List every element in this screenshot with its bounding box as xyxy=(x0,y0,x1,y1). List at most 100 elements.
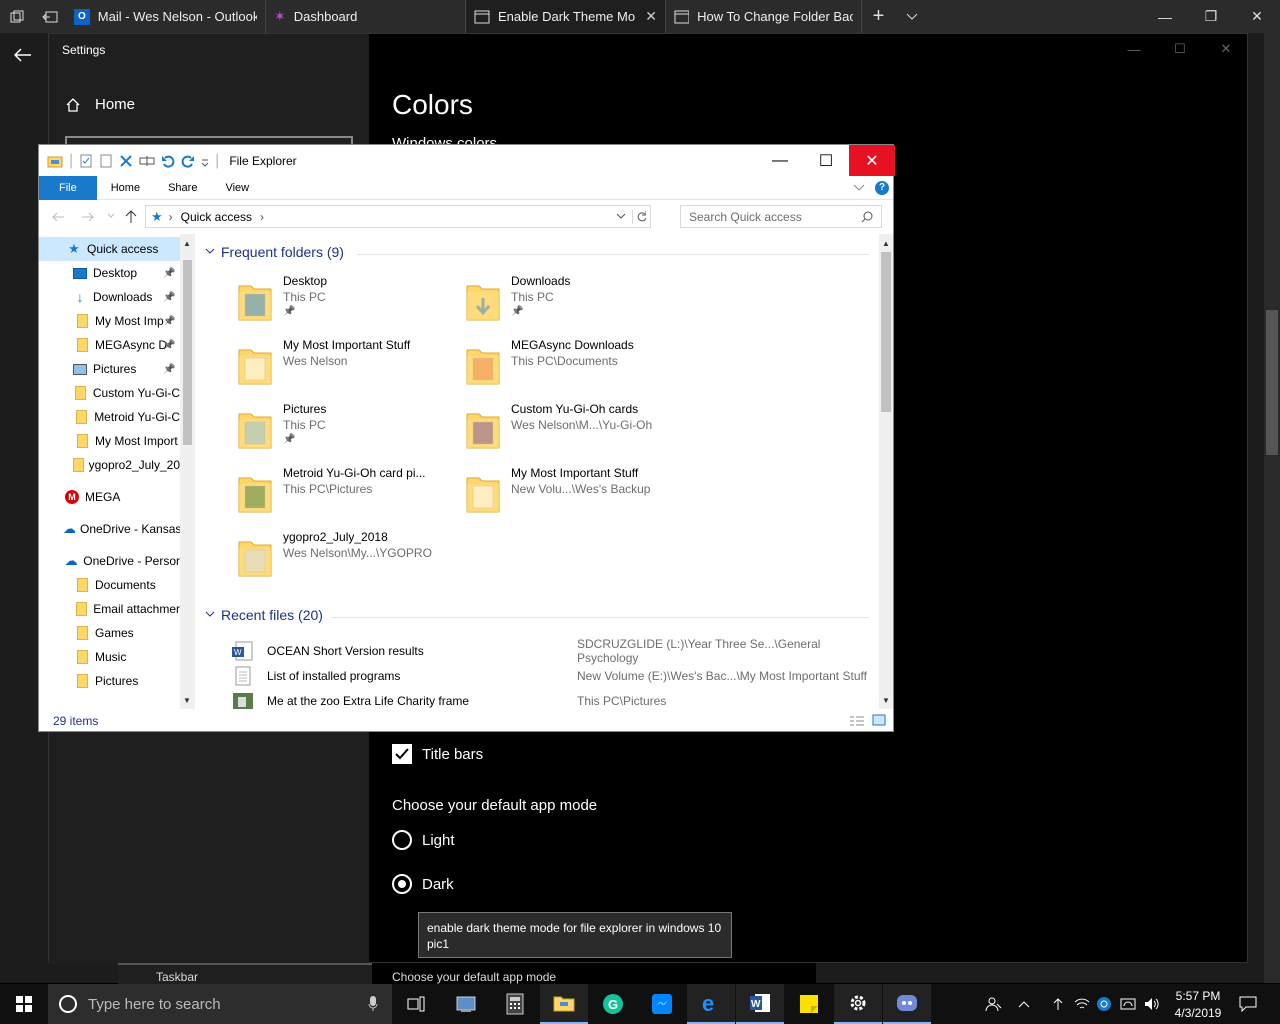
up-arrow-icon[interactable] xyxy=(125,210,137,224)
nav-item[interactable]: Pictures xyxy=(39,669,180,693)
close-tab-icon[interactable]: ✕ xyxy=(645,8,657,25)
file-explorer-icon[interactable] xyxy=(540,984,588,1024)
frequent-folders-header[interactable]: Frequent folders (9) xyxy=(205,244,344,260)
content-scroll-thumb[interactable] xyxy=(881,252,891,412)
discord-icon[interactable] xyxy=(883,984,931,1024)
browser-restore-button[interactable]: ❐ xyxy=(1188,0,1234,33)
address-dropdown-icon[interactable] xyxy=(616,213,626,221)
frequent-folder-tile[interactable]: Custom Yu-Gi-Oh cards Wes Nelson\M...\Yu-… xyxy=(465,402,690,458)
recent-locations-chevron-icon[interactable] xyxy=(107,212,115,220)
ribbon-tab-share[interactable]: Share xyxy=(154,176,211,200)
nav-item[interactable]: Music xyxy=(39,645,180,669)
tab-change-folder[interactable]: How To Change Folder Back xyxy=(666,0,862,33)
settings-minimize-button[interactable]: — xyxy=(1111,34,1157,64)
nav-item[interactable]: Email attachmer xyxy=(39,597,180,621)
recent-file-row[interactable]: Me at the zoo Extra Life Charity frame Th… xyxy=(232,690,872,709)
frequent-folder-tile[interactable]: My Most Important Stuff New Volu...\Wes's… xyxy=(465,466,690,522)
scroll-up-icon[interactable]: ▲ xyxy=(183,239,191,248)
nav-item[interactable]: Custom Yu-Gi-C xyxy=(39,381,180,405)
search-box[interactable]: Search Quick access xyxy=(680,205,882,228)
navigation-scrollbar[interactable]: ▲ ▼ xyxy=(180,234,195,709)
new-folder-icon[interactable] xyxy=(99,154,113,168)
frequent-folder-tile[interactable]: MEGAsync Downloads This PC\Documents xyxy=(465,338,690,394)
recent-file-row[interactable]: W OCEAN Short Version results SDCRUZGLIDE … xyxy=(232,637,872,665)
settings-gear-icon[interactable] xyxy=(834,984,882,1024)
nav-item[interactable]: M MEGA xyxy=(39,485,180,509)
taskbar-clock[interactable]: 5:57 PM 4/3/2019 xyxy=(1168,988,1228,1022)
messenger-icon[interactable] xyxy=(638,984,686,1024)
task-view-icon[interactable] xyxy=(392,984,440,1024)
content-scrollbar[interactable]: ▲ ▼ xyxy=(879,234,893,709)
set-aside-tabs-icon[interactable] xyxy=(33,0,66,33)
details-view-icon[interactable] xyxy=(849,715,865,727)
customize-toolbar-chevron-icon[interactable] xyxy=(201,154,209,168)
tab-actions-icon[interactable] xyxy=(0,0,33,33)
nav-item[interactable]: ☁ OneDrive - Kansas xyxy=(39,517,180,541)
tab-enable-dark-theme[interactable]: Enable Dark Theme Mo ✕ xyxy=(466,0,666,33)
nav-item[interactable]: Games xyxy=(39,621,180,645)
control-panel-icon[interactable] xyxy=(442,984,490,1024)
nav-item[interactable]: Documents xyxy=(39,573,180,597)
ribbon-tab-file[interactable]: File xyxy=(39,175,97,200)
frequent-folder-tile[interactable]: Pictures This PC 📌 xyxy=(237,402,462,458)
refresh-icon[interactable] xyxy=(632,209,646,224)
expand-ribbon-chevron-icon[interactable] xyxy=(853,184,865,192)
show-hidden-icons-chevron[interactable] xyxy=(1006,984,1042,1024)
word-icon[interactable]: W xyxy=(736,984,784,1024)
grammarly-icon[interactable]: G xyxy=(589,984,637,1024)
title-bars-checkbox[interactable]: Title bars xyxy=(392,744,483,764)
nav-item[interactable]: Desktop 📌 xyxy=(39,261,180,285)
tab-dashboard[interactable]: ✶ Dashboard xyxy=(266,0,466,33)
frequent-folder-tile[interactable]: Desktop This PC 📌 xyxy=(237,274,462,330)
back-button[interactable] xyxy=(0,33,46,77)
new-tab-button[interactable]: + xyxy=(862,0,895,33)
frequent-folder-tile[interactable]: Metroid Yu-Gi-Oh card pi... This PC\Pictu… xyxy=(237,466,462,522)
nav-item[interactable]: My Most Imp 📌 xyxy=(39,309,180,333)
scroll-down-icon[interactable]: ▼ xyxy=(183,696,191,705)
taskbar-search-box[interactable]: Type here to search xyxy=(48,984,392,1024)
page-scrollbar-thumb[interactable] xyxy=(1266,310,1278,455)
edge-browser-icon[interactable]: e xyxy=(687,984,735,1024)
start-button[interactable] xyxy=(0,984,48,1024)
nav-item[interactable]: My Most Import xyxy=(39,429,180,453)
ribbon-tab-view[interactable]: View xyxy=(211,176,263,200)
properties-icon[interactable] xyxy=(79,154,93,168)
explorer-minimize-button[interactable]: — xyxy=(757,145,803,176)
nav-item[interactable]: MEGAsync D 📌 xyxy=(39,333,180,357)
frequent-folder-tile[interactable]: My Most Important Stuff Wes Nelson xyxy=(237,338,462,394)
settings-close-button[interactable]: ✕ xyxy=(1203,34,1249,64)
scroll-up-icon[interactable]: ▲ xyxy=(882,239,890,248)
navigation-scroll-thumb[interactable] xyxy=(183,260,192,445)
dark-mode-radio[interactable]: Dark xyxy=(392,874,454,894)
calculator-icon[interactable] xyxy=(491,984,539,1024)
large-icons-view-icon[interactable] xyxy=(872,714,886,726)
help-icon[interactable]: ? xyxy=(875,180,889,195)
page-scrollbar[interactable] xyxy=(1264,33,1280,983)
recent-files-header[interactable]: Recent files (20) xyxy=(205,607,323,623)
delete-icon[interactable] xyxy=(119,154,133,168)
explorer-close-button[interactable]: ✕ xyxy=(849,145,895,176)
action-center-button[interactable] xyxy=(1228,984,1268,1024)
recent-file-row[interactable]: List of installed programs New Volume (E:… xyxy=(232,665,872,687)
nav-item[interactable]: ↓ Downloads 📌 xyxy=(39,285,180,309)
browser-minimize-button[interactable]: — xyxy=(1142,0,1188,33)
volume-icon[interactable] xyxy=(1138,984,1166,1024)
nav-item[interactable]: Metroid Yu-Gi-C xyxy=(39,405,180,429)
ribbon-tab-home[interactable]: Home xyxy=(97,176,154,200)
forward-arrow-icon[interactable] xyxy=(81,212,95,222)
nav-item[interactable]: ★ Quick access xyxy=(39,237,180,261)
explorer-maximize-button[interactable]: ☐ xyxy=(803,145,849,176)
nav-item[interactable]: ygopro2_July_20 xyxy=(39,453,180,477)
undo-icon[interactable] xyxy=(161,154,175,168)
nav-item[interactable]: Pictures 📌 xyxy=(39,357,180,381)
frequent-folder-tile[interactable]: ygopro2_July_2018 Wes Nelson\My...\YGOPRO xyxy=(237,530,462,586)
light-mode-radio[interactable]: Light xyxy=(392,830,455,850)
sticky-notes-icon[interactable] xyxy=(785,984,833,1024)
redo-icon[interactable] xyxy=(181,154,195,168)
browser-close-button[interactable]: ✕ xyxy=(1234,0,1280,33)
back-arrow-icon[interactable] xyxy=(51,212,65,222)
rename-icon[interactable] xyxy=(139,154,155,168)
tab-list-chevron-icon[interactable] xyxy=(895,0,928,33)
nav-item[interactable]: ☁ OneDrive - Persor xyxy=(39,549,180,573)
settings-maximize-button[interactable]: ☐ xyxy=(1157,34,1203,64)
